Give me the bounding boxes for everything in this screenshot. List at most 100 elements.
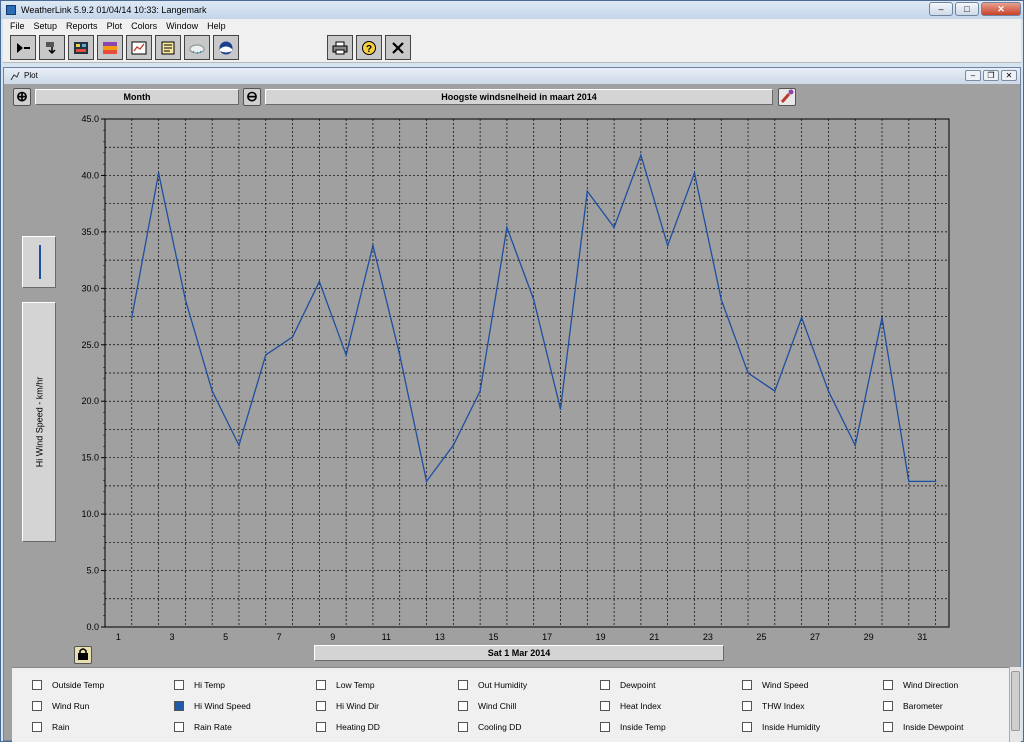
x-tick-label: 5 [223,632,228,642]
legend-checkbox[interactable] [316,722,326,732]
legend-checkbox[interactable] [32,701,42,711]
data-point [934,480,937,483]
legend-item[interactable]: Wind Speed [742,680,808,690]
legend-label: Hi Temp [194,680,226,690]
legend-checkbox[interactable] [600,680,610,690]
legend-checkbox[interactable] [883,722,893,732]
legend-label: Outside Temp [52,680,105,690]
x-tick-label: 1 [116,632,121,642]
legend-checkbox[interactable] [883,701,893,711]
legend-label: Inside Temp [620,722,666,732]
legend-item[interactable]: Outside Temp [32,680,104,690]
legend-item[interactable]: Wind Run [32,701,89,711]
data-point [559,408,562,410]
legend-checkbox[interactable] [600,722,610,732]
legend-checkbox[interactable] [742,701,752,711]
x-tick-label: 11 [382,632,391,642]
x-tick-label: 17 [542,632,552,642]
data-point [720,298,723,301]
legend-item[interactable]: Inside Temp [600,722,666,732]
x-tick-label: 15 [489,632,499,642]
legend-label: Out Humidity [478,680,528,690]
legend-item[interactable]: Barometer [883,701,943,711]
legend-item[interactable]: Dewpoint [600,680,655,690]
y-tick-label: 40.0 [81,170,99,180]
legend-checkbox[interactable] [316,701,326,711]
legend-label: Hi Wind Dir [336,701,379,711]
legend-label: Heating DD [336,722,380,732]
data-point [532,298,535,301]
legend-label: Heat Index [620,701,662,711]
legend-label: Low Temp [336,680,375,690]
x-tick-label: 27 [810,632,820,642]
x-tick-label: 23 [703,632,713,642]
data-point [666,244,669,247]
data-point [345,354,347,356]
legend-item[interactable]: Heating DD [316,722,380,732]
legend-checkbox[interactable] [316,680,326,690]
legend-item[interactable]: Hi Temp [174,680,225,690]
y-tick-label: 45.0 [81,114,99,124]
legend-item[interactable]: Out Humidity [458,680,527,690]
legend-checkbox[interactable] [600,701,610,711]
data-point [908,480,910,483]
legend-checkbox[interactable] [32,722,42,732]
legend-checkbox[interactable] [458,722,468,732]
data-point [291,336,294,338]
legend-checkbox[interactable] [174,701,184,711]
data-point [157,172,160,174]
legend-item[interactable]: Heat Index [600,701,661,711]
data-point [452,444,455,447]
legend-checkbox[interactable] [174,722,184,732]
data-point [640,154,642,156]
legend-item[interactable]: Wind Chill [458,701,516,711]
y-tick-label: 0.0 [86,622,99,632]
legend-item[interactable]: Hi Wind Speed [174,701,251,711]
data-point [238,444,240,447]
data-point [130,316,133,319]
legend-item[interactable]: Hi Wind Dir [316,701,379,711]
legend-label: Wind Speed [762,680,809,690]
legend-checkbox[interactable] [458,680,468,690]
data-point [479,390,481,392]
x-tick-label: 25 [756,632,766,642]
legend-item[interactable]: Wind Direction [883,680,958,690]
legend-checkbox[interactable] [32,680,42,690]
legend-label: Wind Direction [903,680,959,690]
x-tick-label: 31 [917,632,927,642]
data-point [506,226,508,229]
legend-checkbox[interactable] [174,680,184,690]
legend-item[interactable]: Inside Dewpoint [883,722,963,732]
data-point [774,390,776,392]
legend-item[interactable]: Low Temp [316,680,375,690]
wind-speed-chart: 0.05.010.015.020.025.030.035.040.045.01 3… [81,114,950,642]
data-point [693,172,696,174]
y-tick-label: 10.0 [81,509,99,519]
data-point [854,444,857,447]
scrollbar-thumb[interactable] [1011,671,1020,731]
legend-item[interactable]: Inside Humidity [742,722,820,732]
x-tick-label: 7 [277,632,282,642]
legend-checkbox[interactable] [742,680,752,690]
data-point [881,316,883,319]
data-point [264,354,267,356]
legend-item[interactable]: Rain [32,722,69,732]
y-tick-label: 20.0 [81,396,99,406]
legend-scrollbar[interactable] [1009,667,1021,742]
legend-label: THW Index [762,701,805,711]
legend-checkbox[interactable] [458,701,468,711]
legend-checkbox[interactable] [742,722,752,732]
data-point [747,372,749,374]
legend-item[interactable]: Rain Rate [174,722,232,732]
legend-checkbox[interactable] [883,680,893,690]
legend-label: Inside Dewpoint [903,722,964,732]
legend-label: Wind Chill [478,701,517,711]
legend-label: Hi Wind Speed [194,701,251,711]
legend-item[interactable]: Cooling DD [458,722,521,732]
legend-item[interactable]: THW Index [742,701,805,711]
y-tick-label: 30.0 [81,283,99,293]
data-point [184,298,187,301]
legend-label: Inside Humidity [762,722,821,732]
data-point [827,390,830,392]
x-tick-label: 9 [330,632,335,642]
